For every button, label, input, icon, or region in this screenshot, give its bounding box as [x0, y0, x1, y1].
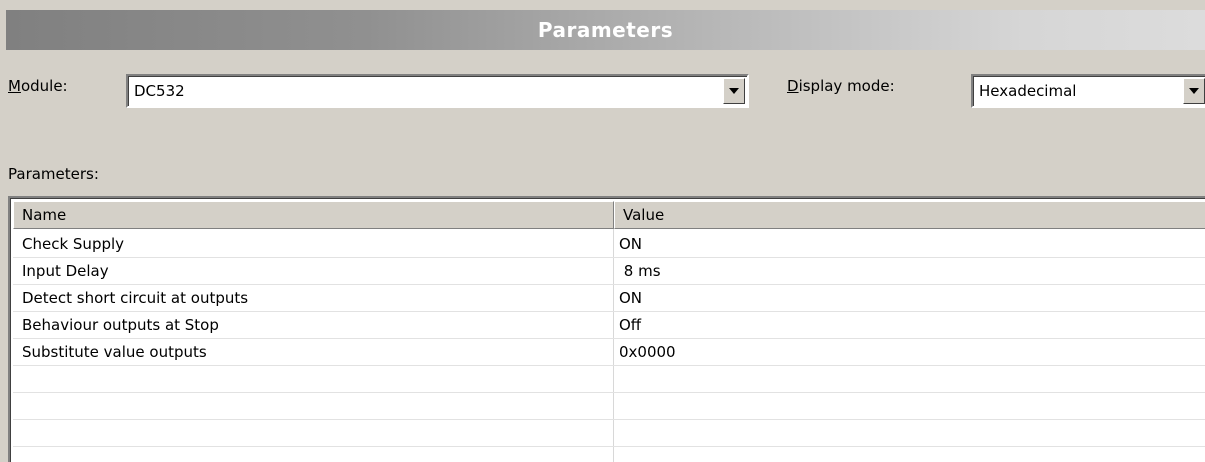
param-value[interactable]: 0x0000 — [619, 339, 676, 365]
param-value[interactable]: 8 ms — [619, 258, 661, 284]
display-mode-dropdown-button[interactable] — [1183, 78, 1205, 104]
param-name: Substitute value outputs — [22, 343, 207, 361]
param-name: Detect short circuit at outputs — [22, 289, 249, 307]
module-select[interactable]: DC532 — [126, 74, 749, 108]
param-value[interactable]: Off — [619, 312, 641, 338]
table-row[interactable] — [13, 366, 1205, 393]
module-dropdown-button[interactable] — [723, 78, 745, 104]
display-mode-label: Display mode: — [787, 77, 895, 95]
chevron-down-icon — [1189, 88, 1199, 94]
param-name: Check Supply — [22, 235, 125, 253]
parameters-list-label: Parameters: — [8, 165, 99, 183]
display-mode-select-value: Hexadecimal — [979, 82, 1077, 100]
display-mode-select[interactable]: Hexadecimal — [971, 74, 1205, 108]
module-label: Module: — [8, 77, 68, 95]
table-row[interactable]: Check Supply ON — [13, 231, 1205, 258]
table-row[interactable]: Substitute value outputs 0x0000 — [13, 339, 1205, 366]
param-value[interactable]: ON — [619, 285, 642, 311]
parameters-table[interactable]: Name Value Check Supply ON Input Delay 8… — [8, 196, 1205, 462]
param-value[interactable]: ON — [619, 231, 642, 257]
param-name: Behaviour outputs at Stop — [22, 316, 219, 334]
chevron-down-icon — [729, 88, 739, 94]
column-header-value[interactable]: Value — [614, 201, 1205, 229]
table-row[interactable]: Detect short circuit at outputs ON — [13, 285, 1205, 312]
table-row[interactable] — [13, 420, 1205, 447]
page-title: Parameters — [537, 18, 674, 42]
column-header-name[interactable]: Name — [13, 201, 614, 229]
table-row[interactable] — [13, 393, 1205, 420]
table-row[interactable]: Input Delay 8 ms — [13, 258, 1205, 285]
module-select-value: DC532 — [134, 82, 185, 100]
table-row[interactable]: Behaviour outputs at Stop Off — [13, 312, 1205, 339]
parameters-title-bar: Parameters — [6, 10, 1205, 50]
param-name: Input Delay — [22, 262, 109, 280]
